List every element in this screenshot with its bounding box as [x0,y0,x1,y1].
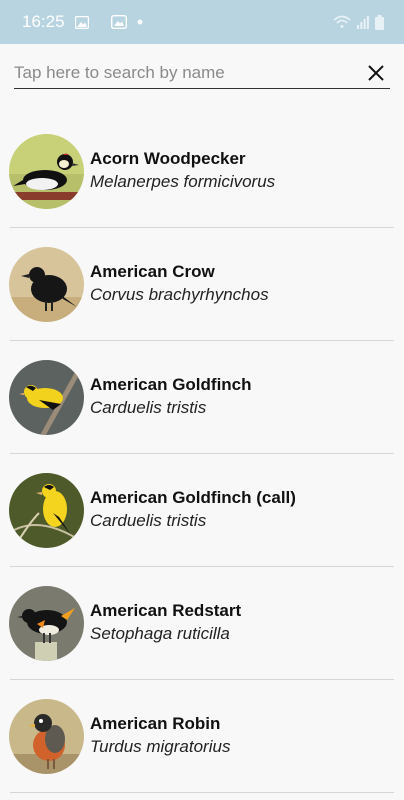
bird-names: American Crow Corvus brachyrhynchos [90,261,269,307]
scientific-name: Carduelis tristis [90,398,207,417]
list-item[interactable]: Acorn Woodpecker Melanerpes formicivorus [9,115,394,228]
clear-search-button[interactable] [364,61,388,85]
battery-icon [375,14,384,30]
bird-avatar [9,698,84,774]
scientific-name: Carduelis tristis [90,511,207,530]
common-name: American Redstart [90,601,242,620]
scientific-name: Turdus migratorius [90,737,231,756]
bird-names: American Goldfinch (call) Carduelis tris… [90,487,296,533]
dot-icon [137,19,143,25]
list-item[interactable]: American Redstart Setophaga ruticilla [9,567,394,680]
bird-avatar [9,585,84,661]
list-item[interactable]: American Goldfinch (call) Carduelis tris… [9,454,394,567]
bird-avatar [9,133,84,209]
common-name: American Goldfinch [90,375,252,394]
status-right [333,14,384,30]
close-icon [368,65,384,81]
list-item[interactable]: American Crow Corvus brachyrhynchos [9,228,394,341]
list-item[interactable]: American Robin Turdus migratorius [9,680,394,793]
bird-names: American Goldfinch Carduelis tristis [90,374,252,420]
scientific-name: Corvus brachyrhynchos [90,285,269,304]
scientific-name: Setophaga ruticilla [90,624,230,643]
status-time: 16:25 [22,12,65,31]
gallery-icon [110,15,127,29]
bird-avatar [9,359,84,435]
bird-list: Acorn Woodpecker Melanerpes formicivorus… [0,115,404,793]
bird-names: Acorn Woodpecker Melanerpes formicivorus [90,148,275,194]
signal-icon [357,15,369,29]
status-bar: 16:25 [0,0,404,44]
list-item[interactable]: American Goldfinch Carduelis tristis [9,341,394,454]
bird-avatar [9,246,84,322]
common-name: Acorn Woodpecker [90,149,246,168]
common-name: American Goldfinch (call) [90,488,296,507]
wifi-icon [333,15,351,29]
search-input[interactable] [14,63,334,83]
common-name: American Crow [90,262,215,281]
image-icon [74,15,89,29]
search-bar [14,58,390,89]
bird-avatar [9,472,84,548]
bird-names: American Robin Turdus migratorius [90,713,230,759]
scientific-name: Melanerpes formicivorus [90,172,276,191]
status-left: 16:25 [22,12,143,32]
bird-names: American Redstart Setophaga ruticilla [90,600,241,646]
common-name: American Robin [90,714,221,733]
